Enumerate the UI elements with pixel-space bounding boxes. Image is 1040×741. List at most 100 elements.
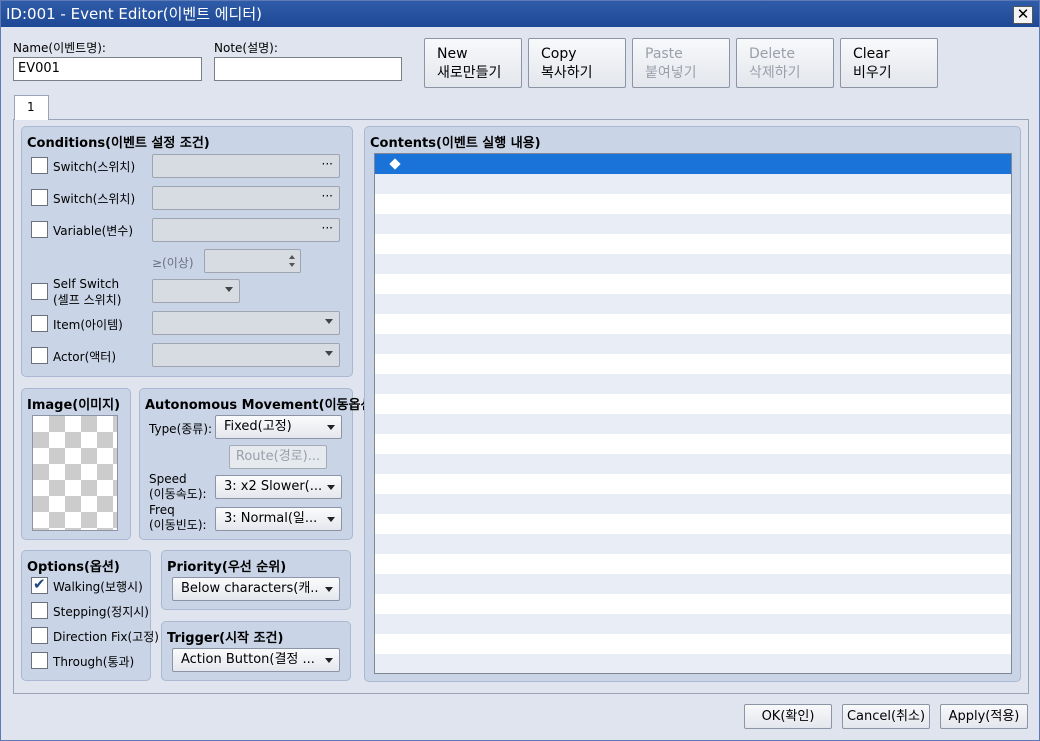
cancel-button[interactable]: Cancel(취소) — [842, 704, 930, 729]
command-row-empty[interactable] — [375, 514, 1011, 534]
ok-button[interactable]: OK(확인) — [744, 704, 832, 729]
command-row-empty[interactable] — [375, 314, 1011, 334]
command-row-empty[interactable] — [375, 534, 1011, 554]
movement-freq-select[interactable]: 3: Normal(일... — [215, 507, 342, 531]
command-row-empty[interactable] — [375, 194, 1011, 214]
command-row-empty[interactable] — [375, 414, 1011, 434]
spinner-up-icon[interactable] — [289, 255, 295, 259]
movement-title: Autonomous Movement(이동옵션) — [145, 398, 379, 413]
dropdown-arrow-icon — [327, 425, 335, 430]
event-editor-window: ID:001 - Event Editor(이벤트 에디터) ✕ Name(이벤… — [0, 0, 1040, 741]
variable-value-spinner[interactable] — [204, 249, 301, 273]
freq-label: Freq (이동빈도): — [149, 503, 207, 533]
close-button[interactable]: ✕ — [1013, 6, 1033, 24]
through-checkbox[interactable] — [31, 652, 48, 669]
command-row-empty[interactable] — [375, 254, 1011, 274]
command-row-empty[interactable] — [375, 494, 1011, 514]
command-row-empty[interactable] — [375, 294, 1011, 314]
route-button[interactable]: Route(경로)... — [229, 445, 327, 469]
speed-label: Speed (이동속도): — [149, 472, 207, 502]
diamond-icon — [389, 158, 401, 170]
delete-button[interactable]: Delete 삭제하기 — [736, 38, 834, 88]
self-switch-checkbox[interactable] — [31, 283, 48, 300]
copy-button-sublabel: 복사하기 — [541, 65, 593, 81]
direction-fix-checkbox[interactable] — [31, 627, 48, 644]
dropdown-arrow-icon — [325, 319, 333, 324]
name-label: Name(이벤트명): — [13, 41, 106, 55]
command-row-empty[interactable] — [375, 174, 1011, 194]
movement-speed-value: 3: x2 Slower(... — [224, 479, 321, 494]
walking-checkbox[interactable]: ✔ — [31, 575, 48, 594]
switch2-select[interactable]: ··· — [152, 186, 340, 210]
command-row-empty[interactable] — [375, 614, 1011, 634]
command-row-empty[interactable] — [375, 334, 1011, 354]
spinner-down-icon[interactable] — [289, 263, 295, 267]
switch2-checkbox[interactable] — [31, 189, 48, 206]
command-row-empty[interactable] — [375, 234, 1011, 254]
actor-select[interactable] — [152, 343, 340, 367]
self-switch-label: Self Switch (셀프 스위치) — [53, 276, 121, 308]
self-switch-select[interactable] — [152, 279, 240, 303]
new-button[interactable]: New 새로만들기 — [424, 38, 522, 88]
command-row-empty[interactable] — [375, 354, 1011, 374]
stepping-label: Stepping(정지시) — [53, 605, 149, 619]
command-row-empty[interactable] — [375, 374, 1011, 394]
walking-label: Walking(보행시) — [53, 580, 143, 594]
command-row-empty[interactable] — [375, 574, 1011, 594]
dropdown-arrow-icon — [325, 587, 333, 592]
command-row-empty[interactable] — [375, 274, 1011, 294]
dropdown-arrow-icon — [327, 517, 335, 522]
paste-button[interactable]: Paste 붙여넣기 — [632, 38, 730, 88]
clear-button-sublabel: 비우기 — [853, 65, 892, 81]
command-row-empty[interactable] — [375, 454, 1011, 474]
item-label: Item(아이템) — [53, 318, 123, 332]
actor-checkbox[interactable] — [31, 347, 48, 364]
delete-button-label: Delete — [749, 46, 795, 62]
priority-title: Priority(우선 순위) — [167, 560, 287, 575]
movement-type-select[interactable]: Fixed(고정) — [215, 415, 342, 439]
switch2-label: Switch(스위치) — [53, 192, 136, 206]
direction-fix-label: Direction Fix(고정) — [53, 630, 159, 644]
command-row-empty[interactable] — [375, 214, 1011, 234]
trigger-select[interactable]: Action Button(결정 ... — [172, 648, 340, 672]
dropdown-arrow-icon — [327, 485, 335, 490]
tab-page-1[interactable]: 1 — [14, 95, 49, 120]
movement-freq-value: 3: Normal(일... — [224, 511, 318, 526]
paste-button-sublabel: 붙여넣기 — [645, 65, 697, 81]
event-image-preview[interactable] — [32, 415, 118, 531]
stepping-checkbox[interactable] — [31, 602, 48, 619]
dropdown-arrow-icon — [225, 287, 233, 292]
apply-button[interactable]: Apply(적용) — [940, 704, 1028, 729]
gte-label: ≥(이상) — [152, 256, 194, 270]
clear-button[interactable]: Clear 비우기 — [840, 38, 938, 88]
command-row-empty[interactable] — [375, 634, 1011, 654]
ellipsis-icon: ··· — [321, 221, 333, 235]
variable-select[interactable]: ··· — [152, 218, 340, 242]
priority-select[interactable]: Below characters(캐... — [172, 577, 340, 601]
freq-label-line2: (이동빈도): — [149, 518, 207, 532]
command-row-empty[interactable] — [375, 434, 1011, 454]
switch1-checkbox[interactable] — [31, 157, 48, 174]
name-input[interactable]: EV001 — [13, 57, 202, 81]
item-checkbox[interactable] — [31, 315, 48, 332]
command-row-empty[interactable] — [375, 474, 1011, 494]
event-commands-list[interactable] — [374, 153, 1012, 674]
command-row-empty[interactable] — [375, 554, 1011, 574]
speed-label-line2: (이동속도): — [149, 487, 207, 501]
movement-speed-select[interactable]: 3: x2 Slower(... — [215, 475, 342, 499]
switch1-select[interactable]: ··· — [152, 154, 340, 178]
command-row-empty[interactable] — [375, 394, 1011, 414]
command-row-empty[interactable] — [375, 654, 1011, 673]
note-label: Note(설명): — [214, 41, 278, 55]
options-title: Options(옵션) — [27, 560, 120, 575]
item-select[interactable] — [152, 311, 340, 335]
note-input[interactable] — [214, 57, 402, 81]
freq-label-line1: Freq — [149, 503, 175, 517]
variable-checkbox[interactable] — [31, 221, 48, 238]
actor-label: Actor(액터) — [53, 350, 117, 364]
priority-value: Below characters(캐... — [181, 581, 319, 596]
copy-button[interactable]: Copy 복사하기 — [528, 38, 626, 88]
command-row-empty[interactable] — [375, 594, 1011, 614]
command-row-selected[interactable] — [375, 154, 1011, 174]
speed-label-line1: Speed — [149, 472, 187, 486]
